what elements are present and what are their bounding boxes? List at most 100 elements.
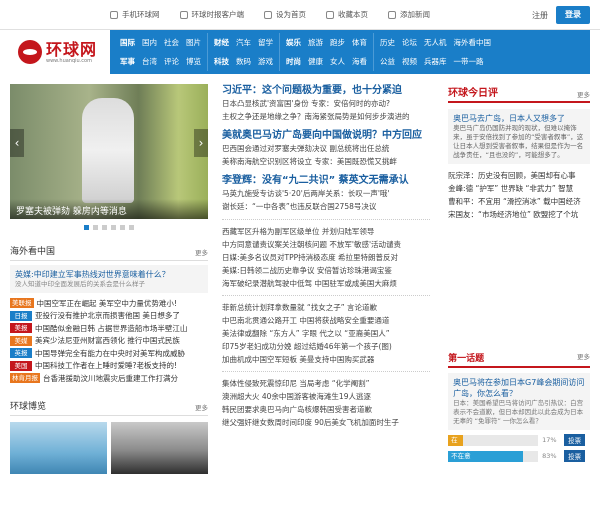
chevron-right-icon[interactable]: ›	[194, 129, 208, 157]
nav-item[interactable]: 数码	[236, 54, 251, 69]
expo-image-shark[interactable]	[10, 421, 107, 474]
slide-dot[interactable]	[120, 225, 125, 230]
slide-dot[interactable]	[93, 225, 98, 230]
set-homepage-link[interactable]: 设为首页	[264, 9, 306, 20]
list-item[interactable]: 中方同意谴责议案关注朝核问题 不放军'敏感'活动谴责	[222, 238, 430, 251]
slide-dot[interactable]	[111, 225, 116, 230]
nav-item[interactable]: 视频	[402, 54, 417, 69]
list-item[interactable]: 中巴南北贯通公路开工 中国将获战略安全重要通道	[222, 314, 430, 327]
nav-item[interactable]: 国际	[120, 35, 135, 50]
poll-question[interactable]: 奥巴马将在参加日本G7峰会期间访问广岛，你怎么看？ 日本：美国希望巴马将访问广岛…	[448, 373, 590, 430]
headline[interactable]: 美就奥巴马访广岛要向中国做说明？中方回应	[222, 129, 430, 143]
nav-item[interactable]: 跑步	[330, 35, 345, 50]
list-item[interactable]: 美媒 美宾少法尼亚州财富西领化 推行中国式民族	[10, 335, 208, 348]
section-title[interactable]: 环球今日评	[448, 84, 498, 99]
nav-item[interactable]: 公益	[380, 54, 395, 69]
more-link[interactable]: 更多	[195, 247, 208, 257]
section-title[interactable]: 海外看中国	[10, 244, 55, 257]
slideshow-caption[interactable]: 罗塞夫被弹劾 躲房内等消息	[10, 199, 208, 219]
list-item[interactable]: 海军破纪录潜航驾驶中低驾 中国驻军或成美国大麻烦	[222, 277, 430, 290]
sub-headline[interactable]: 日本凸显核武'资富国'身份 专家：安倍何时的亦动?	[222, 98, 430, 111]
more-link[interactable]: 更多	[577, 89, 590, 99]
list-item[interactable]: 美报 中国酷似金融日韩 占据世界造船市场半壁江山	[10, 322, 208, 335]
list-item[interactable]: 阮宗泽：历史没有回顾，美国却有心事	[448, 169, 590, 182]
lead-title[interactable]: 英媒:中印建立军事热线对世界意味着什么？	[15, 269, 203, 280]
nav-item[interactable]: 时尚	[286, 54, 301, 69]
nav-item[interactable]: 国内	[142, 35, 157, 50]
nav-item[interactable]: 女人	[330, 54, 345, 69]
list-item[interactable]: 集体性侵致死震惊印尼 当局考虑 “化学阉割”	[222, 377, 430, 390]
nav-item[interactable]: 图片	[186, 35, 201, 50]
headline[interactable]: 习近平：这个问题极为重要，也十分紧迫	[222, 84, 430, 98]
poll-question-title[interactable]: 奥巴马将在参加日本G7峰会期间访问广岛，你怎么看？	[453, 377, 585, 399]
slide-dot[interactable]	[129, 225, 134, 230]
sub-headline[interactable]: 巴西国会通过对罗塞夫弹劾决议 副总统将出任总统	[222, 143, 430, 156]
list-item[interactable]: 韩民团要求奥巴马向广岛核爆韩国受害者道歉	[222, 403, 430, 416]
sub-headline[interactable]: 马英九施受专访谈'5·20'后两岸关系：长叹一声'哦'	[222, 188, 430, 201]
section-title[interactable]: 第一话题	[448, 351, 484, 364]
list-item[interactable]: 日报 亚投行没有推护北京而损害他国 美日想多了	[10, 310, 208, 323]
vote-button[interactable]: 投票	[564, 450, 586, 462]
register-link[interactable]: 注册	[532, 10, 548, 21]
nav-item[interactable]: 科技	[214, 54, 229, 69]
nav-item[interactable]: 海看	[352, 54, 367, 69]
nav-item[interactable]: 汽车	[236, 35, 251, 50]
nav-item[interactable]: 军事	[120, 54, 135, 69]
nav-item[interactable]: 健康	[308, 54, 323, 69]
sub-headline[interactable]: 主权之争还是地缘之争？南海紧张局势是如何步步演进的	[222, 111, 430, 124]
nav-item[interactable]: 社会	[164, 35, 179, 50]
headline[interactable]: 李登辉：没有“九二共识” 蔡英文无需承认	[222, 174, 430, 188]
sub-headline[interactable]: 谢长廷：“一中各表”也违反联合国2758号决议	[222, 201, 430, 214]
list-item[interactable]: 英报 中国导弹完全有能力在中央时对美军构成威胁	[10, 347, 208, 360]
list-item[interactable]: 菲新总统计划拜拿数量就 “找女之子” 言论道歉	[222, 301, 430, 314]
expo-image-people[interactable]	[111, 421, 208, 474]
nav-item[interactable]: 无人机	[424, 35, 447, 50]
list-item[interactable]: 宋国友：“市场经济地位” 欧盟挖了个坑	[448, 208, 590, 221]
nav-item[interactable]: 兵器库	[424, 54, 447, 69]
list-item[interactable]: 日媒:美多名议员对TPP持消极态度 希拉里特朗普反对	[222, 251, 430, 264]
overseas-lead[interactable]: 英媒:中印建立军事热线对世界意味着什么？ 没人知道中印全面发展后的关系会是什么样…	[10, 265, 208, 293]
list-item[interactable]: 曹和平：不宜用 “滑控消冰” 载中国经济	[448, 195, 590, 208]
nav-item[interactable]: 娱乐	[286, 35, 301, 50]
review-lead[interactable]: 奥巴马去广岛，日本人又想多了 奥巴马广岛仍国防并现的现状，但难以掩饰来，虽于安倍…	[448, 109, 590, 164]
list-item[interactable]: 美国 中国科技工作者在上睡时爱睡?老板支持的!	[10, 360, 208, 373]
chevron-left-icon[interactable]: ‹	[10, 129, 24, 157]
nav-item[interactable]: 旅游	[308, 35, 323, 50]
lead-title[interactable]: 奥巴马去广岛，日本人又想多了	[453, 113, 585, 124]
list-item[interactable]: 澳洲超大火 40余中国游客被海滩生19人逃逐	[222, 390, 430, 403]
nav-item[interactable]: 台湾	[142, 54, 157, 69]
nav-item[interactable]: 博览	[186, 54, 201, 69]
nav-item[interactable]: 游戏	[258, 54, 273, 69]
list-item[interactable]: 加曲机成中国空军短板 美曼支持中国购买武器	[222, 353, 430, 366]
list-item[interactable]: 林肯月报 台香港援助汶川地震灾后重建工作打满分	[10, 372, 208, 385]
more-link[interactable]: 更多	[195, 402, 208, 412]
nav-item[interactable]: 一带一路	[454, 54, 484, 69]
list-item[interactable]: 金峰:德 “护军” 世界缺 “非武力” 智慧	[448, 182, 590, 195]
bookmark-link[interactable]: 收藏本页	[326, 9, 368, 20]
site-logo[interactable]: 环球网 www.huanqiu.com	[0, 30, 110, 74]
nav-item[interactable]: 评论	[164, 54, 179, 69]
list-item[interactable]: 美法律或翻除 “东方人” 字眼 代之以 “亚裔美国人”	[222, 327, 430, 340]
login-button[interactable]: 登录	[556, 6, 590, 24]
slide-dot[interactable]	[102, 225, 107, 230]
list-item[interactable]: 美媒:日韩领二战历史靠争议 安倍暂访珍珠港谒宝鉴	[222, 264, 430, 277]
slideshow[interactable]: ‹ › 罗塞夫被弹劾 躲房内等消息	[10, 84, 208, 219]
section-title[interactable]: 环球博览	[10, 399, 46, 412]
list-item[interactable]: 西藏军区升格为副军区级单位 并划归陆军领导	[222, 225, 430, 238]
nav-item[interactable]: 海外看中国	[454, 35, 492, 50]
mobile-site-link[interactable]: 手机环球网	[110, 9, 160, 20]
list-item[interactable]: 继父强奸继女数周时间印度 90后美女飞机加面时生子	[222, 416, 430, 429]
vote-button[interactable]: 投票	[564, 434, 586, 446]
more-link[interactable]: 更多	[577, 351, 590, 364]
client-app-link[interactable]: 环球时报客户端	[179, 9, 244, 20]
list-item[interactable]: 美联报 中国空军正在崛起 美军空中力量优势难小!	[10, 297, 208, 310]
list-item[interactable]: 印75岁老妇成功分娩 超过结婚46年第一个孩子(图)	[222, 340, 430, 353]
nav-item[interactable]: 财经	[214, 35, 229, 50]
nav-item[interactable]: 历史	[380, 35, 395, 50]
slide-dot[interactable]	[84, 225, 89, 230]
nav-item[interactable]: 体育	[352, 35, 367, 50]
add-news-link[interactable]: 添加新闻	[388, 9, 430, 20]
nav-item[interactable]: 论坛	[402, 35, 417, 50]
sub-headline[interactable]: 美称南海航空识别区将设立 专家：美国既恐慌又挑衅	[222, 156, 430, 169]
nav-item[interactable]: 留学	[258, 35, 273, 50]
